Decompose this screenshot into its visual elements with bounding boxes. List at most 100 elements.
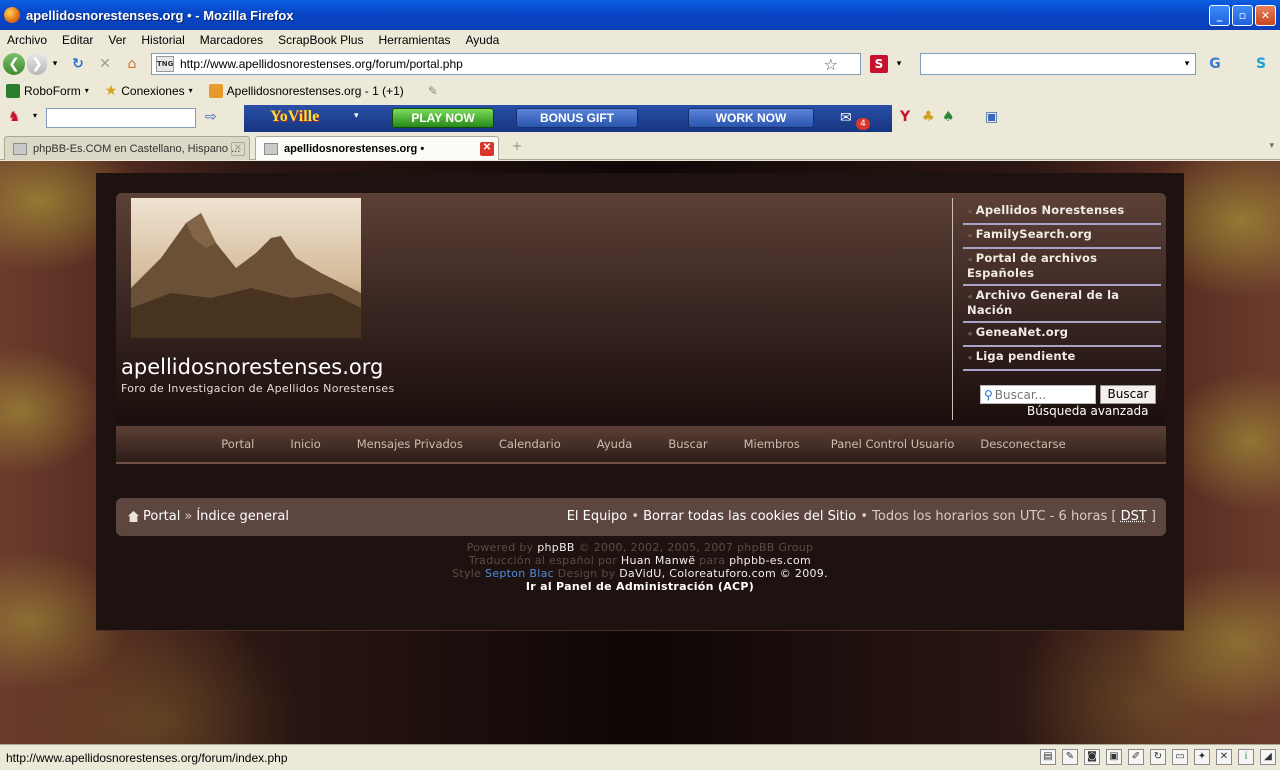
separator-bullet: •	[631, 509, 639, 524]
window-icon[interactable]: ▣	[985, 109, 998, 125]
forum-search-input[interactable]	[994, 387, 1085, 402]
bonus-gift-button[interactable]: BONUS GIFT	[516, 108, 638, 128]
tab-apellidos[interactable]: apellidosnorestenses.org • ✕	[255, 136, 499, 160]
designer-link[interactable]: DaVidU,	[619, 567, 665, 580]
bookmark-roboform[interactable]: RoboForm ▾	[6, 83, 89, 98]
chevron-down-icon[interactable]: ▾	[33, 111, 37, 120]
nav-ayuda[interactable]: Ayuda	[579, 437, 651, 451]
mail-icon[interactable]: ✉	[840, 110, 852, 126]
team-link[interactable]: El Equipo	[567, 509, 627, 524]
menu-historial[interactable]: Historial	[134, 33, 192, 47]
window-icon[interactable]: ▭	[1172, 749, 1188, 765]
chevron-down-icon: ▾	[84, 86, 89, 95]
bookmark-star-icon[interactable]: ☆	[824, 55, 838, 74]
bookmarks-toolbar: RoboForm ▾ ★ Conexiones ▾ Apellidosnores…	[0, 78, 1280, 103]
palm-icon[interactable]: ♠	[942, 109, 955, 125]
maximize-button[interactable]: ▫	[1232, 5, 1253, 26]
page-icon[interactable]: ▤	[1040, 749, 1056, 765]
stop-icon[interactable]: ✕	[95, 53, 115, 75]
close-tab-icon[interactable]: ✕	[480, 142, 494, 156]
delete-cookies-link[interactable]: Borrar todas las cookies del Sitio	[643, 509, 856, 524]
tab-favicon	[264, 142, 278, 155]
menu-archivo[interactable]: Archivo	[0, 33, 55, 47]
chevron-down-icon[interactable]: ▾	[893, 53, 905, 75]
tab-list-icon[interactable]: ▾	[1269, 141, 1274, 151]
corn-icon[interactable]: ♣	[922, 109, 935, 125]
close-button[interactable]: ✕	[1255, 5, 1276, 26]
style-link[interactable]: Septon Blac	[485, 567, 554, 580]
acp-link[interactable]: Ir al Panel de Administración (ACP)	[526, 580, 754, 593]
menu-ver[interactable]: Ver	[101, 33, 134, 47]
nav-miembros[interactable]: Miembros	[726, 437, 818, 451]
save-icon[interactable]: ▣	[1106, 749, 1122, 765]
forum-search-button[interactable]: Buscar	[1100, 385, 1156, 404]
window-title: apellidosnorestenses.org • - Mozilla Fir…	[26, 7, 294, 23]
yahoo-icon[interactable]: Y	[900, 109, 910, 125]
phpbb-link[interactable]: phpBB	[537, 541, 575, 554]
search-dropdown-icon[interactable]: ▾	[1180, 53, 1194, 75]
reload-icon[interactable]: ↻	[68, 53, 88, 75]
menu-scrapbook[interactable]: ScrapBook Plus	[271, 33, 371, 47]
nav-mensajes-privados[interactable]: Mensajes Privados	[339, 437, 481, 451]
menu-ayuda[interactable]: Ayuda	[459, 33, 508, 47]
pencil-icon[interactable]: ✎	[1062, 749, 1078, 765]
scrapbook-s-icon[interactable]: S	[870, 55, 888, 73]
link-apellidos-norestenses[interactable]: ◂ Apellidos Norestenses	[963, 201, 1161, 225]
link-geneanet[interactable]: ◂ GeneaNet.org	[963, 323, 1161, 347]
dog-icon[interactable]: ♞	[8, 109, 21, 125]
translation-para: para	[699, 554, 726, 567]
search-box[interactable]	[920, 53, 1196, 75]
url-text[interactable]: http://www.apellidosnorestenses.org/foru…	[180, 57, 824, 71]
close-tab-icon[interactable]: ✕	[231, 142, 245, 156]
address-bar[interactable]: TNG http://www.apellidosnorestenses.org/…	[151, 53, 861, 75]
link-archivo-general[interactable]: ◂ Archivo General de la Nación	[963, 286, 1161, 323]
bookmark-conexiones[interactable]: ★ Conexiones ▾	[105, 82, 193, 99]
yoville-logo[interactable]: YoVille	[270, 108, 319, 126]
bookmark-apellidos-feed[interactable]: Apellidosnorestenses.org - 1 (+1)	[208, 83, 404, 98]
nav-calendario[interactable]: Calendario	[481, 437, 579, 451]
nav-portal[interactable]: Portal	[203, 437, 272, 451]
nav-desconectarse[interactable]: Desconectarse	[967, 437, 1078, 451]
skype-icon[interactable]: S	[1250, 53, 1272, 75]
chevron-down-icon[interactable]: ▾	[354, 111, 359, 121]
home-icon[interactable]: ⌂	[122, 53, 142, 75]
resize-grip-icon[interactable]: ◢	[1260, 749, 1276, 765]
link-liga-pendiente[interactable]: ◂ Liga pendiente	[963, 347, 1161, 371]
toolbar-search-input[interactable]	[46, 108, 196, 128]
site-title[interactable]: apellidosnorestenses.org	[121, 355, 383, 379]
wand-icon[interactable]: ✦	[1194, 749, 1210, 765]
breadcrumb-index[interactable]: Índice general	[196, 509, 289, 524]
link-familysearch[interactable]: ◂ FamilySearch.org	[963, 225, 1161, 249]
nav-panel-control[interactable]: Panel Control Usuario	[818, 437, 968, 451]
nav-buscar[interactable]: Buscar	[650, 437, 725, 451]
phpbb-es-link[interactable]: phpbb-es.com	[729, 554, 811, 567]
forum-search-field[interactable]: ⚲	[980, 385, 1096, 404]
work-now-button[interactable]: WORK NOW	[688, 108, 814, 128]
status-bar: http://www.apellidosnorestenses.org/foru…	[0, 744, 1280, 770]
site-favicon: TNG	[156, 56, 174, 72]
info-icon[interactable]: i	[1238, 749, 1254, 765]
play-now-button[interactable]: PLAY NOW	[392, 108, 494, 128]
menu-herramientas[interactable]: Herramientas	[371, 33, 458, 47]
tools-icon[interactable]: ✕	[1216, 749, 1232, 765]
forward-button[interactable]: ❯	[27, 53, 47, 75]
back-button[interactable]: ❮	[3, 53, 25, 75]
refresh-icon[interactable]: ↻	[1150, 749, 1166, 765]
menu-marcadores[interactable]: Marcadores	[193, 33, 271, 47]
nav-inicio[interactable]: Inicio	[272, 437, 338, 451]
camera-icon[interactable]: ◙	[1084, 749, 1100, 765]
tab-phpbb-es[interactable]: phpBB-Es.COM en Castellano, Hispano ... …	[4, 136, 250, 160]
google-icon[interactable]: G	[1205, 53, 1225, 75]
breadcrumb-portal[interactable]: Portal	[143, 509, 180, 524]
coloreatuforo-link[interactable]: Coloreatuforo.com © 2009.	[669, 567, 828, 580]
advanced-search-link[interactable]: Búsqueda avanzada	[1027, 404, 1149, 418]
new-tab-icon[interactable]: +	[512, 139, 522, 153]
pencil-icon[interactable]: ✎	[428, 84, 438, 98]
history-dropdown-icon[interactable]: ▾	[50, 53, 60, 75]
go-arrow-icon[interactable]: ⇨	[205, 109, 217, 125]
yoville-band: YoVille ▾ PLAY NOW BONUS GIFT WORK NOW ✉…	[244, 105, 892, 132]
menu-editar[interactable]: Editar	[55, 33, 101, 47]
minimize-button[interactable]: _	[1209, 5, 1230, 26]
link-portal-archivos[interactable]: ◂ Portal de archivos Españoles	[963, 249, 1161, 286]
edit-icon[interactable]: ✐	[1128, 749, 1144, 765]
